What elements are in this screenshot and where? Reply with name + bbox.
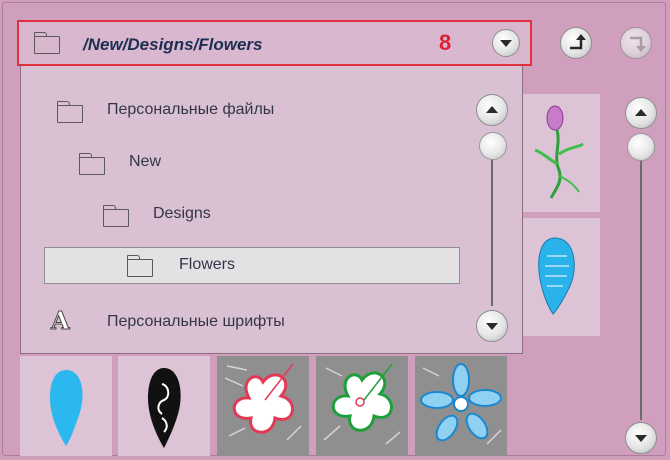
folder-icon <box>33 32 60 54</box>
folder-tree-item[interactable]: New <box>21 148 461 180</box>
pink-flower-graphic <box>217 356 309 456</box>
scroll-up-button[interactable] <box>625 97 657 129</box>
folder-tree-item[interactable]: Персональные файлы <box>21 96 461 128</box>
font-icon: A <box>51 306 71 336</box>
folder-tree-item-label: Персональные файлы <box>107 101 275 118</box>
chevron-down-icon <box>500 40 512 47</box>
thumbnail-green-flower[interactable] <box>316 356 408 456</box>
chevron-up-icon <box>635 109 647 116</box>
folder-tree-item-label: Flowers <box>179 256 236 273</box>
green-flower-graphic <box>316 356 408 456</box>
chevron-up-icon <box>486 106 498 113</box>
dropdown-scroll-down-button[interactable] <box>476 310 508 342</box>
scrollbar-track[interactable] <box>640 150 642 420</box>
chevron-down-icon <box>635 435 647 442</box>
thumbnail-rose-stem[interactable] <box>515 94 600 212</box>
current-path: /New/Designs/Flowers <box>83 35 263 54</box>
dropdown-scrollbar-thumb[interactable] <box>479 132 507 160</box>
chevron-down-icon <box>486 323 498 330</box>
dropdown-scroll-up-button[interactable] <box>476 94 508 126</box>
blue-flower-graphic <box>415 356 507 456</box>
font-tree-item-label: Персональные шрифты <box>107 313 285 330</box>
thumbnail-black-paisley[interactable] <box>118 356 210 456</box>
folder-icon <box>102 205 129 227</box>
thumbnail-blue-leaf-pattern[interactable] <box>515 218 600 336</box>
folder-tree-item-selected[interactable]: Flowers <box>44 247 460 284</box>
folder-icon <box>78 153 105 175</box>
folder-icon <box>126 255 153 277</box>
path-bar[interactable]: /New/Designs/Flowers 8 <box>17 20 532 66</box>
thumbnail-blue-flower[interactable] <box>415 356 507 456</box>
blue-leaf-graphic <box>50 370 83 446</box>
dropdown-scrollbar-track[interactable] <box>491 136 493 306</box>
rose-stem-graphic <box>534 105 584 199</box>
folder-up-button[interactable] <box>560 27 592 59</box>
folder-tree-item[interactable]: Designs <box>21 200 461 232</box>
folder-tree-item-label: New <box>129 153 162 170</box>
folder-icon <box>56 101 83 123</box>
folder-down-icon <box>630 36 646 52</box>
path-dropdown-button[interactable] <box>492 29 520 57</box>
folder-tree-item-label: Designs <box>153 205 211 222</box>
scroll-down-button[interactable] <box>625 422 657 454</box>
scrollbar-thumb[interactable] <box>627 133 655 161</box>
black-paisley-graphic <box>148 368 181 448</box>
folder-up-icon <box>570 34 586 50</box>
thumbnail-pink-flower[interactable] <box>217 356 309 456</box>
font-tree-item[interactable]: A Персональные шрифты <box>21 306 461 340</box>
blue-leaf-pattern-graphic <box>538 237 575 315</box>
thumbnail-blue-leaf[interactable] <box>20 356 112 456</box>
folder-down-button[interactable] <box>620 27 652 59</box>
callout-number: 8 <box>439 30 452 55</box>
folder-dropdown: Персональные файлы New Designs Flowers A… <box>20 66 523 354</box>
